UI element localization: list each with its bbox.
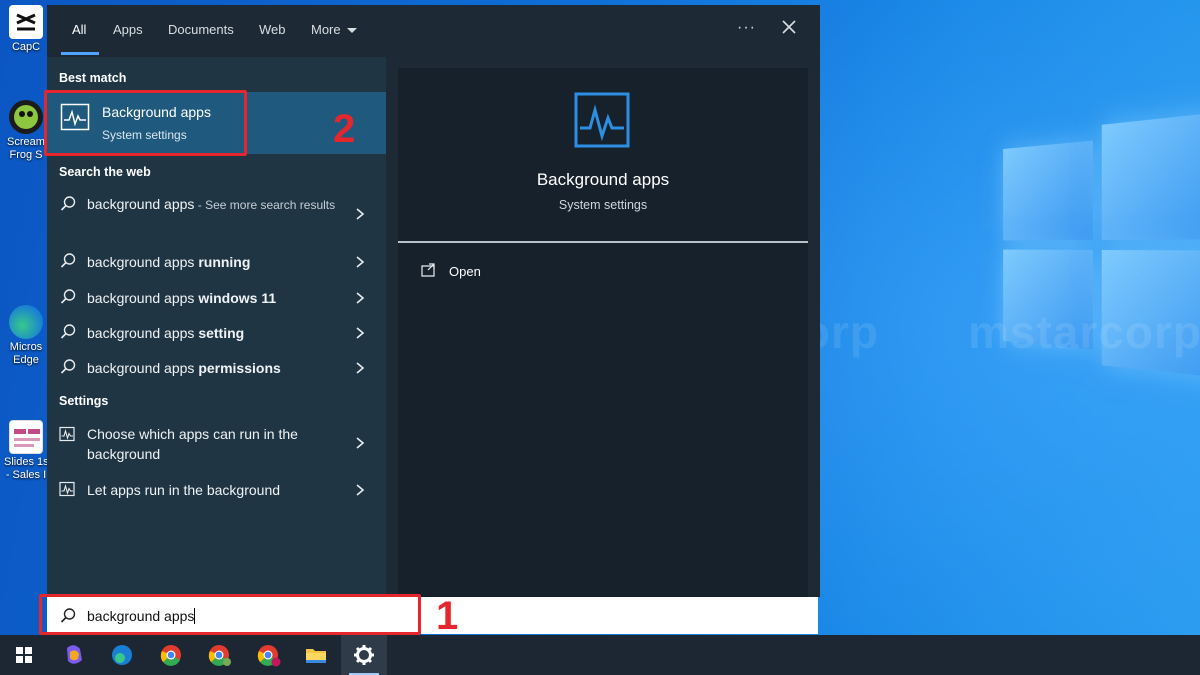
web-result-item[interactable]: background apps setting xyxy=(47,320,386,350)
tab-apps[interactable]: Apps xyxy=(113,22,143,37)
web-result-bold: windows 11 xyxy=(198,290,276,306)
chevron-right-icon xyxy=(353,326,367,340)
chrome-profile-icon[interactable] xyxy=(203,640,235,670)
desktop-icon-capcut[interactable]: CapC xyxy=(4,5,48,54)
desktop-icon-label: Scream Frog S xyxy=(4,136,48,162)
tab-documents[interactable]: Documents xyxy=(168,22,234,37)
web-result-text: background apps xyxy=(87,254,198,270)
settings-result-label: Let apps run in the background xyxy=(87,480,337,500)
search-tabs: All Apps Documents Web More ··· xyxy=(47,5,820,57)
desktop-icon-label: Slides 1s - Sales I xyxy=(4,456,48,482)
open-label: Open xyxy=(449,264,481,279)
desktop-icon-edge[interactable]: Micros Edge xyxy=(4,305,48,367)
annotation-number-1: 1 xyxy=(436,594,458,639)
chevron-right-icon xyxy=(353,361,367,375)
desktop-icon-label: CapC xyxy=(4,41,48,54)
chevron-down-icon xyxy=(347,28,357,33)
preview-pane: Background apps System settings Open xyxy=(398,68,808,597)
settings-result-item[interactable]: Let apps run in the background xyxy=(47,477,386,507)
web-result-text: background apps xyxy=(87,290,198,306)
preview-subtitle: System settings xyxy=(398,198,808,212)
search-icon xyxy=(59,323,77,341)
edge-icon xyxy=(9,305,43,339)
slides-file-icon xyxy=(9,420,43,454)
desktop-icon-slides[interactable]: Slides 1s - Sales I xyxy=(4,420,48,482)
activity-chart-icon xyxy=(59,481,77,499)
web-result-bold: running xyxy=(198,254,250,270)
web-result-item[interactable]: background apps running xyxy=(47,249,386,279)
search-icon xyxy=(59,288,77,306)
tab-more-label: More xyxy=(311,22,341,37)
desktop-icon-label: Micros Edge xyxy=(4,341,48,367)
start-icon[interactable] xyxy=(8,640,40,670)
desktop-icon-screaming-frog[interactable]: Scream Frog S xyxy=(4,100,48,162)
watermark-text: mstarcorp xyxy=(968,305,1200,359)
preview-title: Background apps xyxy=(398,170,808,190)
web-result-bold: setting xyxy=(198,325,244,341)
close-icon[interactable] xyxy=(779,17,799,37)
chrome-profile-n-icon[interactable] xyxy=(252,640,284,670)
annotation-box-step-2 xyxy=(44,90,247,156)
file-explorer-icon[interactable] xyxy=(300,640,332,670)
settings-result-label: Choose which apps can run in the backgro… xyxy=(87,424,337,464)
web-result-item[interactable]: background apps - See more search result… xyxy=(47,191,386,237)
tab-web[interactable]: Web xyxy=(259,22,286,37)
activity-chart-icon xyxy=(59,426,77,444)
web-result-text: background apps xyxy=(87,325,198,341)
tab-all[interactable]: All xyxy=(72,22,86,37)
divider xyxy=(398,241,808,243)
chevron-right-icon xyxy=(353,436,367,450)
search-icon xyxy=(59,195,77,213)
chevron-right-icon xyxy=(353,207,367,221)
web-result-text: background apps xyxy=(87,360,198,376)
annotation-box-step-1 xyxy=(39,594,421,635)
tab-more[interactable]: More xyxy=(311,22,357,37)
search-icon xyxy=(59,252,77,270)
best-match-heading: Best match xyxy=(59,71,126,85)
taskbar-active-app[interactable] xyxy=(341,635,387,675)
screaming-frog-icon xyxy=(9,100,43,134)
copilot-icon[interactable] xyxy=(58,640,90,670)
edge-icon[interactable] xyxy=(106,640,138,670)
web-result-bold: permissions xyxy=(198,360,280,376)
web-result-item[interactable]: background apps permissions xyxy=(47,355,386,385)
capcut-icon xyxy=(9,5,43,39)
web-result-text: background apps xyxy=(87,196,194,212)
search-icon xyxy=(59,358,77,376)
chevron-right-icon xyxy=(353,255,367,269)
annotation-number-2: 2 xyxy=(333,107,355,152)
settings-result-item[interactable]: Choose which apps can run in the backgro… xyxy=(47,422,386,464)
settings-heading: Settings xyxy=(59,394,108,408)
web-result-suffix: - See more search results xyxy=(194,198,335,212)
chrome-icon[interactable] xyxy=(155,640,187,670)
chevron-right-icon xyxy=(353,483,367,497)
open-external-icon xyxy=(420,262,436,278)
active-tab-indicator xyxy=(61,52,99,55)
search-web-heading: Search the web xyxy=(59,165,151,179)
web-result-item[interactable]: background apps windows 11 xyxy=(47,285,386,315)
taskbar xyxy=(0,635,1200,675)
more-options-button[interactable]: ··· xyxy=(737,19,756,37)
chevron-right-icon xyxy=(353,291,367,305)
activity-chart-icon xyxy=(574,92,630,148)
settings-icon xyxy=(348,640,380,670)
